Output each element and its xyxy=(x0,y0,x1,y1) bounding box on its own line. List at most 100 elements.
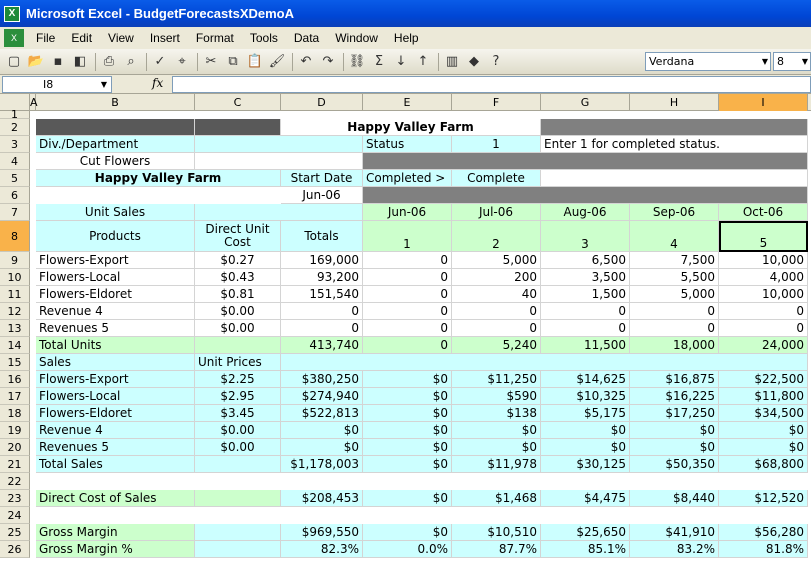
dcos-value[interactable]: $0 xyxy=(363,490,452,507)
unit-value[interactable]: 40 xyxy=(452,286,541,303)
unit-price[interactable]: $3.45 xyxy=(195,405,281,422)
row-header-23[interactable]: 23 xyxy=(0,490,30,507)
sales-value[interactable]: $138 xyxy=(452,405,541,422)
unit-price[interactable]: $0.00 xyxy=(195,422,281,439)
unit-total[interactable]: 0 xyxy=(281,320,363,337)
column-header-i[interactable]: I xyxy=(719,94,808,111)
div-label[interactable]: Div./Department xyxy=(36,136,195,153)
unit-value[interactable]: 6,500 xyxy=(541,252,630,269)
unit-product-name[interactable]: Flowers-Local xyxy=(36,269,195,286)
unit-price[interactable]: $0.00 xyxy=(195,439,281,456)
unit-prices-label[interactable]: Unit Prices xyxy=(195,354,281,371)
unit-value[interactable]: 0 xyxy=(363,320,452,337)
period-number[interactable]: 4 xyxy=(630,221,719,252)
sales-value[interactable]: $11,250 xyxy=(452,371,541,388)
total-units-value[interactable]: 11,500 xyxy=(541,337,630,354)
unit-value[interactable]: 5,000 xyxy=(452,252,541,269)
sales-value[interactable]: $16,875 xyxy=(630,371,719,388)
sales-product-name[interactable]: Flowers-Export xyxy=(36,371,195,388)
total-sales-value[interactable]: $30,125 xyxy=(541,456,630,473)
redo-icon[interactable]: ↷ xyxy=(318,52,338,72)
unit-cost[interactable]: $0.43 xyxy=(195,269,281,286)
unit-value[interactable]: 5,500 xyxy=(630,269,719,286)
sales-value[interactable]: $11,800 xyxy=(719,388,808,405)
row-header-2[interactable]: 2 xyxy=(0,119,30,136)
menu-insert[interactable]: Insert xyxy=(142,27,188,49)
gross-margin-value[interactable]: $25,650 xyxy=(541,524,630,541)
unit-value[interactable]: 0 xyxy=(541,320,630,337)
unit-value[interactable]: 0 xyxy=(452,320,541,337)
unit-value[interactable]: 200 xyxy=(452,269,541,286)
sales-value[interactable]: $0 xyxy=(452,422,541,439)
sheet-title[interactable]: Happy Valley Farm xyxy=(281,119,541,136)
gross-margin-value[interactable]: $0 xyxy=(363,524,452,541)
total-sales-value[interactable]: $11,978 xyxy=(452,456,541,473)
completed-label[interactable]: Completed > xyxy=(363,170,452,187)
menu-file[interactable]: File xyxy=(28,27,63,49)
row-header-4[interactable]: 4 xyxy=(0,153,30,170)
unit-value[interactable]: 1,500 xyxy=(541,286,630,303)
help-icon[interactable]: ? xyxy=(486,52,506,72)
sales-value[interactable]: $0 xyxy=(452,439,541,456)
total-units-total[interactable]: 413,740 xyxy=(281,337,363,354)
unit-total[interactable]: 151,540 xyxy=(281,286,363,303)
total-units-value[interactable]: 24,000 xyxy=(719,337,808,354)
row-header-11[interactable]: 11 xyxy=(0,286,30,303)
column-header-b[interactable]: B xyxy=(36,94,195,111)
total-sales-value[interactable]: $50,350 xyxy=(630,456,719,473)
unit-value[interactable]: 0 xyxy=(630,320,719,337)
status-value[interactable]: 1 xyxy=(452,136,541,153)
company-name[interactable]: Happy Valley Farm xyxy=(36,170,281,187)
row-header-24[interactable]: 24 xyxy=(0,507,30,524)
unit-price[interactable]: $2.95 xyxy=(195,388,281,405)
unit-value[interactable]: 0 xyxy=(452,303,541,320)
sales-value[interactable]: $0 xyxy=(630,422,719,439)
unit-value[interactable]: 0 xyxy=(630,303,719,320)
unit-value[interactable]: 7,500 xyxy=(630,252,719,269)
hyperlink-icon[interactable]: ⛓ xyxy=(347,52,367,72)
total-sales-total[interactable]: $1,178,003 xyxy=(281,456,363,473)
gross-margin-pct-value[interactable]: 81.8% xyxy=(719,541,808,558)
sales-value[interactable]: $5,175 xyxy=(541,405,630,422)
sales-value[interactable]: $10,325 xyxy=(541,388,630,405)
period-number[interactable]: 5 xyxy=(719,221,808,252)
column-header-e[interactable]: E xyxy=(363,94,452,111)
format-painter-icon[interactable]: 🖌 xyxy=(267,52,287,72)
row-header-22[interactable]: 22 xyxy=(0,473,30,490)
sort-descending-icon[interactable]: ↑ xyxy=(413,52,433,72)
row-header-3[interactable]: 3 xyxy=(0,136,30,153)
sales-total[interactable]: $380,250 xyxy=(281,371,363,388)
column-header-g[interactable]: G xyxy=(541,94,630,111)
start-date-label[interactable]: Start Date xyxy=(281,170,363,187)
month-header[interactable]: Oct-06 xyxy=(719,204,808,221)
autosum-icon[interactable]: Σ xyxy=(369,52,389,72)
unit-value[interactable]: 10,000 xyxy=(719,252,808,269)
sales-total[interactable]: $0 xyxy=(281,422,363,439)
unit-value[interactable]: 0 xyxy=(719,303,808,320)
gross-margin-total[interactable]: $969,550 xyxy=(281,524,363,541)
total-sales-value[interactable]: $0 xyxy=(363,456,452,473)
unit-cost[interactable]: $0.00 xyxy=(195,303,281,320)
copy-icon[interactable]: ⧉ xyxy=(223,52,243,72)
sales-value[interactable]: $0 xyxy=(363,439,452,456)
month-header[interactable]: Sep-06 xyxy=(630,204,719,221)
gross-margin-label[interactable]: Gross Margin xyxy=(36,524,195,541)
column-header-d[interactable]: D xyxy=(281,94,363,111)
unit-value[interactable]: 0 xyxy=(363,286,452,303)
sales-value[interactable]: $590 xyxy=(452,388,541,405)
row-header-17[interactable]: 17 xyxy=(0,388,30,405)
gross-margin-pct-value[interactable]: 83.2% xyxy=(630,541,719,558)
row-header-9[interactable]: 9 xyxy=(0,252,30,269)
row-header-21[interactable]: 21 xyxy=(0,456,30,473)
unit-value[interactable]: 0 xyxy=(363,303,452,320)
sales-total[interactable]: $274,940 xyxy=(281,388,363,405)
sales-value[interactable]: $16,225 xyxy=(630,388,719,405)
unit-value[interactable]: 0 xyxy=(719,320,808,337)
menu-window[interactable]: Window xyxy=(327,27,386,49)
font-select[interactable]: Verdana ▼ xyxy=(645,52,771,71)
unit-product-name[interactable]: Revenues 5 xyxy=(36,320,195,337)
gross-margin-value[interactable]: $10,510 xyxy=(452,524,541,541)
cell-c7[interactable] xyxy=(195,204,363,221)
cell-c21[interactable] xyxy=(195,456,281,473)
gross-margin-pct-value[interactable]: 87.7% xyxy=(452,541,541,558)
